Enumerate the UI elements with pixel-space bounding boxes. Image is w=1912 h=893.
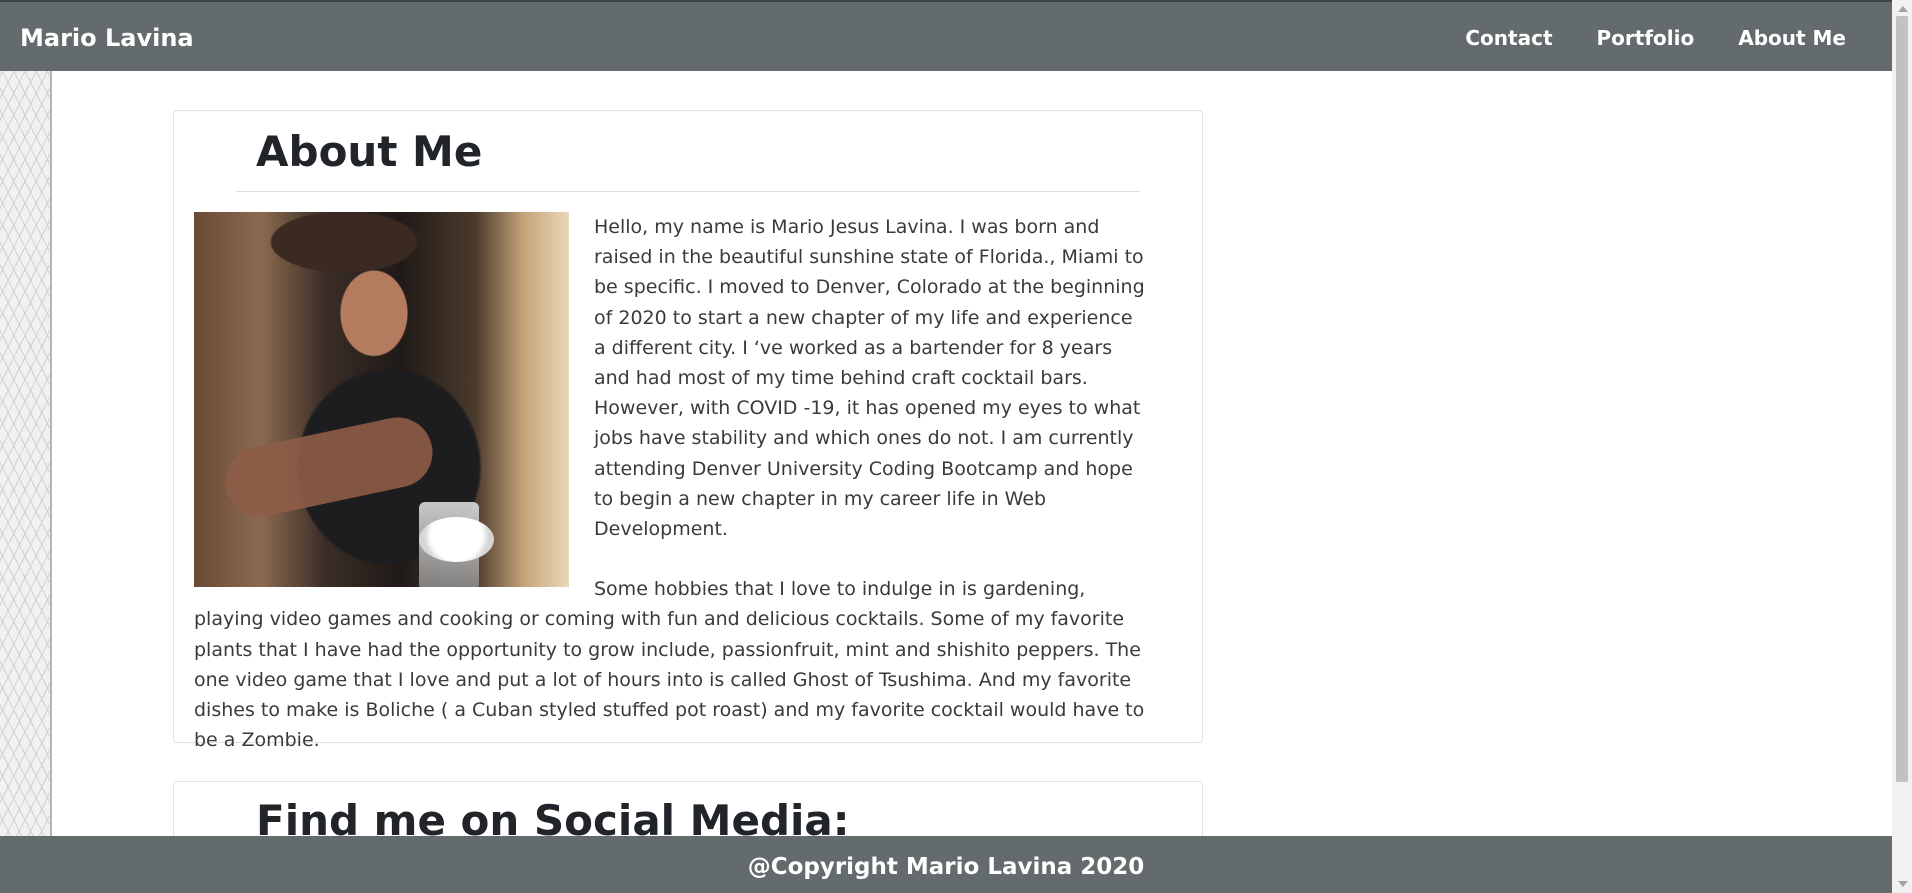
scroll-up-arrow-icon[interactable] — [1898, 6, 1908, 12]
side-pattern-decoration — [0, 71, 52, 836]
copyright-text: @Copyright Mario Lavina 2020 — [747, 853, 1145, 880]
about-card: About Me Hello, my name is Mario Jesus L… — [173, 110, 1203, 751]
nav-link-contact[interactable]: Contact — [1465, 26, 1552, 50]
nav-link-portfolio[interactable]: Portfolio — [1597, 26, 1695, 50]
about-body: Hello, my name is Mario Jesus Lavina. I … — [194, 212, 1150, 785]
nav-links: Contact Portfolio About Me — [1465, 26, 1846, 50]
top-navbar: Mario Lavina Contact Portfolio About Me — [0, 0, 1892, 71]
profile-photo — [194, 212, 569, 587]
scrollbar-thumb[interactable] — [1896, 16, 1908, 782]
about-title: About Me — [256, 127, 483, 176]
brand-link[interactable]: Mario Lavina — [20, 24, 194, 52]
about-paragraph-2: Some hobbies that I love to indulge in i… — [194, 578, 1145, 752]
photo-ice-detail — [419, 517, 494, 562]
nav-link-about-me[interactable]: About Me — [1738, 26, 1846, 50]
scroll-down-arrow-icon[interactable] — [1898, 881, 1908, 887]
vertical-scrollbar[interactable] — [1892, 0, 1912, 893]
title-divider — [236, 191, 1140, 192]
footer: @Copyright Mario Lavina 2020 — [0, 836, 1892, 893]
photo-arm-detail — [219, 410, 439, 524]
